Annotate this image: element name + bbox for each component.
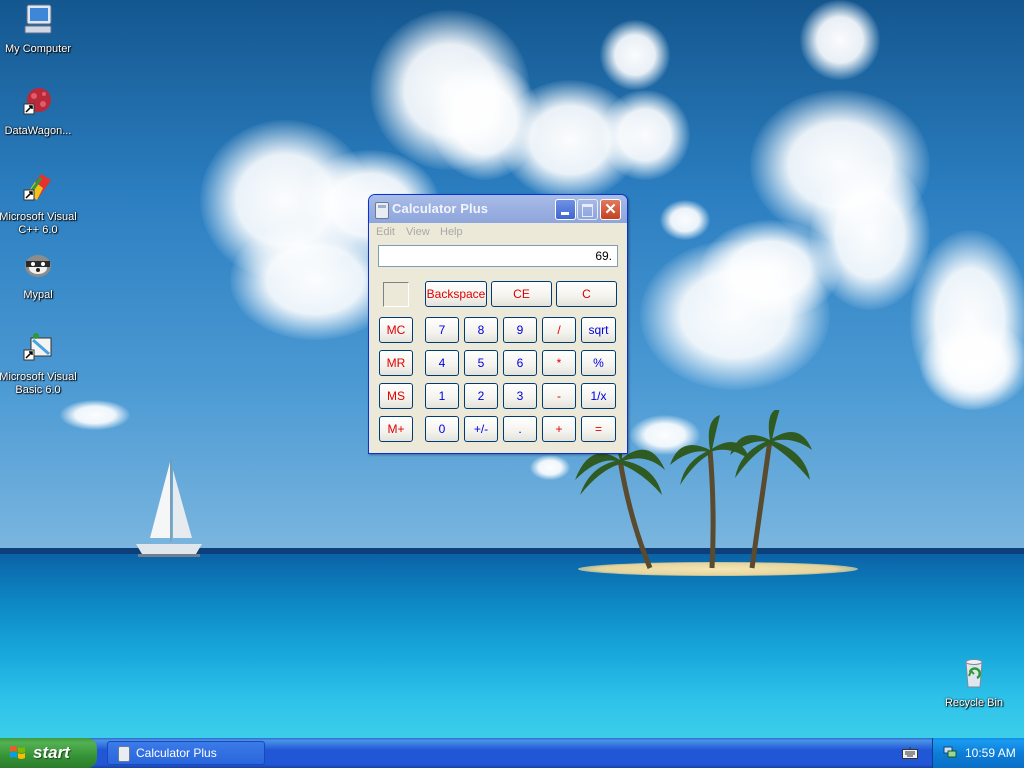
divide-button[interactable]: / [542, 317, 576, 343]
windows-logo-icon [10, 746, 25, 759]
recycle-bin-icon [965, 659, 983, 688]
desktop-icon-label: Microsoft Visual C++ 6.0 [0, 211, 77, 236]
digit-2-button[interactable]: 2 [464, 383, 498, 409]
equals-button[interactable]: = [581, 416, 616, 442]
desktop-icon-label: Mypal [23, 289, 53, 301]
digit-4-button[interactable]: 4 [425, 350, 459, 376]
sqrt-button[interactable]: sqrt [581, 317, 616, 343]
subtract-button[interactable]: - [542, 383, 576, 409]
desktop-icon-visual-cpp[interactable]: Microsoft Visual C++ 6.0 [0, 170, 83, 237]
desktop-icon-label: DataWagon... [4, 125, 72, 137]
calculator-window[interactable]: Calculator Plus ✕ Edit View Help 69. Bac… [368, 194, 628, 454]
clock[interactable]: 10:59 AM [965, 746, 1016, 760]
datawagon-icon [23, 88, 51, 115]
desktop: My Computer DataWagon... Microsoft Visua… [0, 0, 1024, 738]
visual-basic-icon [23, 333, 52, 361]
desktop-icon-visual-basic[interactable]: Microsoft Visual Basic 6.0 [0, 330, 83, 397]
desktop-icon-label: Microsoft Visual Basic 6.0 [0, 371, 77, 396]
sailboat-graphic [136, 460, 202, 557]
digit-9-button[interactable]: 9 [503, 317, 537, 343]
memory-add-button[interactable]: M+ [379, 416, 413, 442]
digit-8-button[interactable]: 8 [464, 317, 498, 343]
system-tray: 10:59 AM [932, 738, 1024, 768]
add-button[interactable]: + [542, 416, 576, 442]
menu-help[interactable]: Help [440, 226, 463, 238]
taskbar: start Calculator Plus 10:59 AM [0, 738, 1024, 768]
desktop-icon-recycle-bin[interactable]: Recycle Bin [929, 656, 1019, 710]
memory-store-button[interactable]: MS [379, 383, 413, 409]
digit-3-button[interactable]: 3 [503, 383, 537, 409]
menu-bar: Edit View Help [369, 224, 627, 242]
start-button[interactable]: start [0, 738, 97, 768]
digit-0-button[interactable]: 0 [425, 416, 459, 442]
maximize-button[interactable] [577, 199, 598, 220]
menu-edit[interactable]: Edit [376, 226, 395, 238]
memory-recall-button[interactable]: MR [379, 350, 413, 376]
window-title: Calculator Plus [392, 201, 489, 216]
calculator-app-icon [375, 202, 389, 219]
keyboard-icon[interactable] [902, 747, 918, 759]
calculator-app-icon [118, 746, 130, 762]
sea-background [0, 554, 1024, 738]
backspace-button[interactable]: Backspace [425, 281, 487, 307]
minimize-button[interactable] [555, 199, 576, 220]
desktop-icon-label: My Computer [4, 43, 72, 55]
percent-button[interactable]: % [581, 350, 616, 376]
network-icon[interactable] [943, 746, 957, 759]
sign-toggle-button[interactable]: +/- [464, 416, 498, 442]
memory-indicator [383, 282, 409, 307]
desktop-icon-mypal[interactable]: Mypal [0, 248, 83, 302]
desktop-icon-datawagon[interactable]: DataWagon... [0, 84, 83, 138]
close-button[interactable]: ✕ [600, 199, 621, 220]
mypal-icon [25, 255, 51, 277]
digit-6-button[interactable]: 6 [503, 350, 537, 376]
digit-1-button[interactable]: 1 [425, 383, 459, 409]
clear-button[interactable]: C [556, 281, 617, 307]
digit-5-button[interactable]: 5 [464, 350, 498, 376]
visual-cpp-icon [23, 174, 51, 201]
taskbar-item-calculator-plus[interactable]: Calculator Plus [107, 741, 265, 765]
decimal-point-button[interactable]: . [503, 416, 537, 442]
clear-entry-button[interactable]: CE [491, 281, 552, 307]
calculator-title-bar[interactable]: Calculator Plus ✕ [369, 195, 627, 223]
desktop-icon-my-computer[interactable]: My Computer [0, 2, 83, 56]
desktop-icon-label: Recycle Bin [944, 697, 1004, 709]
taskbar-item-label: Calculator Plus [136, 746, 217, 760]
calculator-display: 69. [378, 245, 618, 267]
multiply-button[interactable]: * [542, 350, 576, 376]
my-computer-icon [24, 4, 52, 34]
reciprocal-button[interactable]: 1/x [581, 383, 616, 409]
menu-view[interactable]: View [406, 226, 430, 238]
digit-7-button[interactable]: 7 [425, 317, 459, 343]
memory-clear-button[interactable]: MC [379, 317, 413, 343]
start-label: start [33, 743, 70, 762]
